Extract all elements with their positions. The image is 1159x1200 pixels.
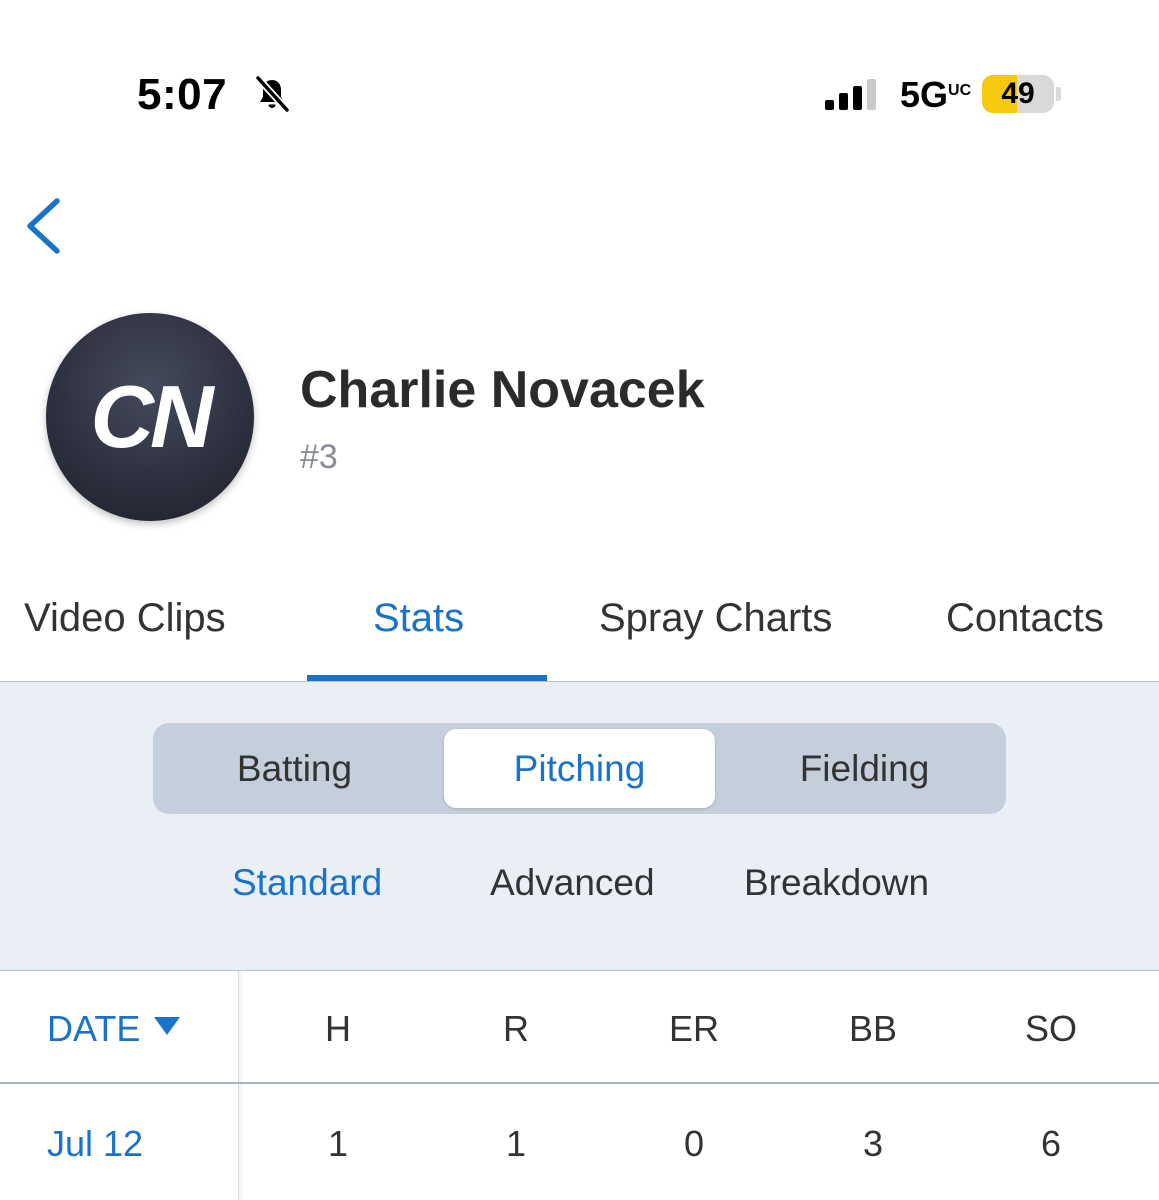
table-cell-h: 1 xyxy=(327,1123,349,1164)
segment-batting[interactable]: Batting xyxy=(153,723,436,814)
battery-icon: 49 xyxy=(982,75,1054,113)
player-number: #3 xyxy=(300,438,338,476)
segment-pitching[interactable]: Pitching xyxy=(444,729,715,808)
network-type: 5GUC xyxy=(900,74,972,115)
status-bar: 5:07 5GUC 49 xyxy=(0,0,1159,190)
view-advanced[interactable]: Advanced xyxy=(490,862,655,904)
avatar: CN xyxy=(46,313,254,521)
network-suffix: UC xyxy=(948,82,972,99)
column-header-h[interactable]: H xyxy=(288,1008,388,1050)
column-header-bb[interactable]: BB xyxy=(823,1008,923,1050)
chevron-left-icon xyxy=(27,198,60,254)
table-cell-bb: 3 xyxy=(862,1123,884,1164)
status-time: 5:07 xyxy=(137,70,228,119)
avatar-initials: CN xyxy=(90,367,213,466)
table-top-divider xyxy=(0,970,1159,971)
table-cell-so: 6 xyxy=(1040,1123,1062,1164)
header-row-divider xyxy=(0,1082,1159,1084)
table-cell-er: 0 xyxy=(683,1123,705,1164)
column-header-date[interactable]: DATE xyxy=(47,1008,181,1050)
stat-type-segmented-control: Batting Pitching Fielding xyxy=(153,723,1006,814)
tab-stats[interactable]: Stats xyxy=(373,596,464,641)
view-standard[interactable]: Standard xyxy=(232,862,382,904)
table-row-date[interactable]: Jul 12 xyxy=(47,1123,143,1165)
battery-cap xyxy=(1056,87,1061,101)
column-header-r[interactable]: R xyxy=(466,1008,566,1050)
battery-level: 49 xyxy=(1001,77,1035,110)
tab-spray-charts[interactable]: Spray Charts xyxy=(599,596,832,641)
triangle-down-icon xyxy=(154,1017,181,1035)
player-name: Charlie Novacek xyxy=(300,361,705,419)
table-cell-r: 1 xyxy=(505,1123,527,1164)
tab-video-clips[interactable]: Video Clips xyxy=(24,596,226,641)
column-header-so[interactable]: SO xyxy=(1001,1008,1101,1050)
bell-slash-icon xyxy=(255,75,290,113)
tab-contacts[interactable]: Contacts xyxy=(946,596,1104,641)
column-header-er[interactable]: ER xyxy=(644,1008,744,1050)
back-button[interactable] xyxy=(18,190,78,260)
signal-bars-icon xyxy=(825,79,876,110)
segment-fielding[interactable]: Fielding xyxy=(723,723,1006,814)
view-breakdown[interactable]: Breakdown xyxy=(744,862,929,904)
frozen-column-divider xyxy=(238,971,239,1200)
